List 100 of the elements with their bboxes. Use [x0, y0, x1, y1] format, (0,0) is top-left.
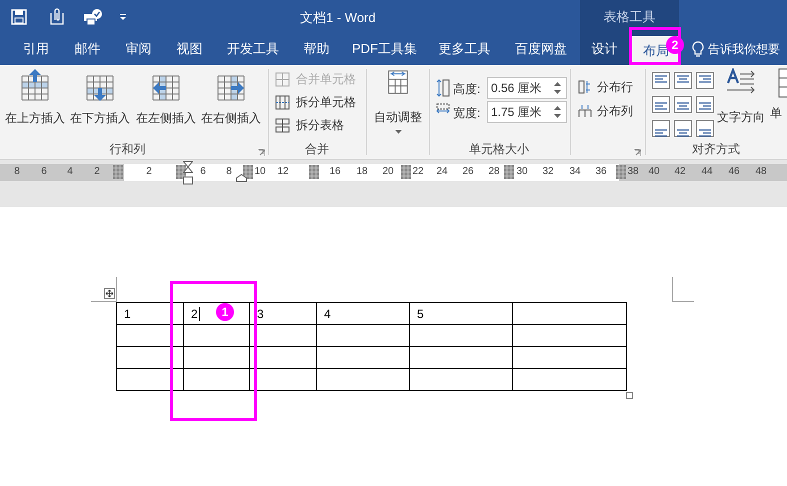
ribbon-tab[interactable]: 视图: [164, 33, 215, 65]
spinner-label: 宽度:: [453, 105, 480, 122]
spin-arrows-icon[interactable]: [554, 105, 561, 119]
table-cell[interactable]: [512, 324, 626, 346]
insert-button[interactable]: 在上方插入: [3, 68, 67, 134]
ribbon-tab[interactable]: 更多工具: [427, 33, 502, 65]
spinner-field[interactable]: 1.75 厘米: [487, 101, 567, 123]
dialog-launcher-icon[interactable]: [634, 149, 641, 156]
group-label: 行和列: [108, 141, 146, 158]
ruler-number: 6: [199, 166, 207, 178]
text-direction-button[interactable]: 文字方向: [714, 68, 768, 134]
column-marker[interactable]: [176, 165, 186, 179]
align-icon[interactable]: [652, 96, 670, 113]
table-cell[interactable]: [184, 346, 250, 368]
table-cell[interactable]: [316, 368, 410, 390]
ribbon-tab[interactable]: 帮助: [291, 33, 342, 65]
table-cell[interactable]: [512, 368, 626, 390]
table-cell[interactable]: [410, 324, 512, 346]
align-icon[interactable]: [696, 96, 714, 113]
table-cell[interactable]: 5: [410, 302, 512, 324]
distribute-rows-button[interactable]: 分布行: [578, 77, 633, 97]
group-label: 对齐方式: [691, 141, 741, 158]
ruler-number: 40: [648, 166, 660, 178]
table-cell[interactable]: [116, 346, 184, 368]
column-marker[interactable]: [401, 165, 411, 179]
ruler-number: 32: [542, 166, 554, 178]
ruler-number: 4: [66, 166, 74, 178]
table-grid-icon: [275, 72, 290, 86]
column-marker[interactable]: [616, 165, 626, 179]
table-cell[interactable]: 3: [250, 302, 316, 324]
table-cell[interactable]: [316, 324, 410, 346]
align-icon[interactable]: [674, 96, 692, 113]
distribute-columns-button[interactable]: 分布列: [578, 101, 633, 121]
table-cell[interactable]: [410, 368, 512, 390]
table-autofit-icon: [387, 70, 409, 94]
ribbon-tab[interactable]: 引用: [10, 33, 62, 65]
dialog-launcher-icon[interactable]: [258, 149, 265, 156]
column-marker[interactable]: [243, 165, 253, 179]
distribute-icon: [578, 80, 592, 94]
ribbon-tab[interactable]: 百度网盘: [502, 33, 580, 65]
ruler-number: 6: [40, 166, 48, 178]
ruler-number: 2: [93, 166, 101, 178]
table-insert-above-icon: [19, 68, 51, 101]
table-cell[interactable]: [116, 368, 184, 390]
align-icon[interactable]: [674, 120, 692, 137]
insert-button[interactable]: 在右侧插入: [199, 68, 263, 134]
split-table-button[interactable]: 拆分表格: [275, 115, 344, 135]
tell-me-search[interactable]: 告诉我你想要: [708, 40, 780, 58]
column-marker[interactable]: [113, 165, 123, 179]
table-resize-handle[interactable]: [626, 392, 633, 399]
table-cell[interactable]: [116, 324, 184, 346]
ribbon-tab[interactable]: PDF工具集: [342, 33, 427, 65]
align-icon[interactable]: [652, 120, 670, 137]
table-cell[interactable]: [250, 368, 316, 390]
spinner-label: 高度:: [453, 81, 480, 98]
insert-button[interactable]: 在下方插入: [68, 68, 132, 134]
align-icon[interactable]: [696, 72, 714, 89]
cell-margins-button[interactable]: 单: [770, 68, 787, 136]
attachment-icon[interactable]: [48, 8, 66, 26]
table-grid-icon: [275, 118, 290, 132]
table-cell[interactable]: [250, 324, 316, 346]
table-cell[interactable]: [316, 346, 410, 368]
autofit-button[interactable]: 自动调整: [370, 68, 426, 134]
split-cells-button[interactable]: 拆分单元格: [275, 92, 356, 112]
spin-arrows-icon[interactable]: [554, 81, 561, 95]
ruler-number: 12: [277, 166, 289, 178]
table-cell[interactable]: [184, 324, 250, 346]
table-cell[interactable]: [184, 368, 250, 390]
ruler-number: 20: [382, 166, 394, 178]
save-icon[interactable]: [11, 8, 27, 24]
spinner-field[interactable]: 0.56 厘米: [487, 77, 567, 99]
table-cell[interactable]: [410, 346, 512, 368]
customize-dropdown-icon[interactable]: [119, 12, 127, 20]
align-icon[interactable]: [696, 120, 714, 137]
group-label: 合并: [304, 141, 330, 158]
align-icon[interactable]: [652, 72, 670, 89]
distribute-icon: [578, 104, 592, 118]
ribbon-tab[interactable]: 邮件: [62, 33, 113, 65]
ruler-number: 36: [595, 166, 607, 178]
table-move-handle[interactable]: [104, 288, 115, 299]
table-cell[interactable]: [512, 346, 626, 368]
insert-button[interactable]: 在左侧插入: [134, 68, 198, 134]
table-cell[interactable]: 4: [316, 302, 410, 324]
printer-icon[interactable]: [83, 8, 103, 26]
ribbon-tab[interactable]: 设计: [580, 33, 629, 65]
table-cell[interactable]: [512, 302, 626, 324]
ruler-number: 38: [627, 166, 639, 178]
ruler-number: 22: [412, 166, 424, 178]
table-cell[interactable]: 1: [116, 302, 184, 324]
column-marker[interactable]: [309, 165, 319, 179]
ribbon-tab[interactable]: 开发工具: [215, 33, 291, 65]
lightbulb-icon[interactable]: [692, 41, 704, 57]
indent-marker[interactable]: [183, 161, 193, 185]
column-marker[interactable]: [504, 165, 514, 179]
ruler-number: 26: [462, 166, 474, 178]
ruler-number: 2: [145, 166, 153, 178]
table-cell[interactable]: [250, 346, 316, 368]
ruler-number: 28: [488, 166, 500, 178]
ribbon-tab[interactable]: 审阅: [113, 33, 164, 65]
align-icon[interactable]: [674, 72, 692, 89]
